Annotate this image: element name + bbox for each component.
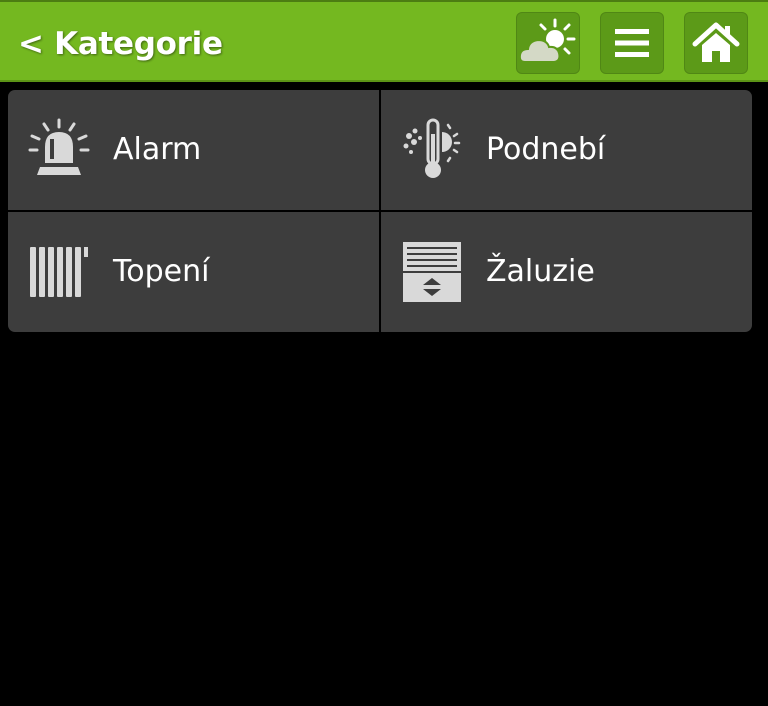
menu-button[interactable] (600, 12, 664, 74)
category-alarm[interactable]: Alarm (8, 90, 379, 210)
radiator-icon (24, 238, 94, 304)
home-button[interactable] (684, 12, 748, 74)
category-label: Žaluzie (486, 254, 595, 289)
alarm-siren-icon (24, 116, 94, 182)
category-label: Podnebí (486, 132, 606, 167)
blinds-icon (397, 238, 467, 304)
back-button[interactable]: < Kategorie (18, 22, 223, 66)
climate-thermometer-icon (397, 116, 467, 182)
category-label: Topení (113, 254, 210, 289)
category-zaluzie[interactable]: Žaluzie (381, 212, 752, 332)
category-podnebi[interactable]: Podnebí (381, 90, 752, 210)
weather-button[interactable] (516, 12, 580, 74)
back-label: < Kategorie (18, 26, 223, 62)
category-label: Alarm (113, 132, 202, 167)
top-bar: < Kategorie (0, 0, 768, 82)
menu-icon (615, 29, 649, 57)
weather-icon (518, 18, 576, 63)
category-topeni[interactable]: Topení (8, 212, 379, 332)
category-grid: Alarm Podnebí Topení Žaluzie (8, 90, 752, 332)
home-icon (692, 22, 740, 62)
